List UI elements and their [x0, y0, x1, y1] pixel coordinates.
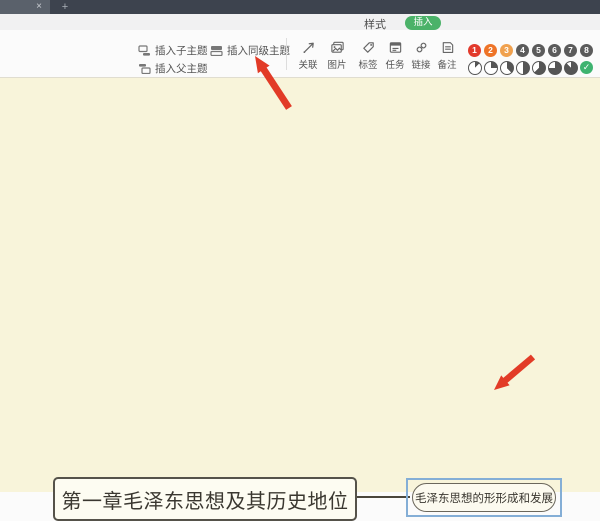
progress-marker-88[interactable] [564, 61, 578, 75]
note-tool-label: 备注 [437, 57, 456, 71]
new-tab-button[interactable]: + [57, 0, 73, 14]
relationship-tool[interactable]: 关联 [293, 39, 323, 71]
priority-marker-8[interactable]: 8 [580, 44, 593, 57]
priority-marker-2[interactable]: 2 [484, 44, 497, 57]
insert-child-topic-button[interactable]: 插入子主题 [138, 43, 208, 58]
tag-icon [361, 39, 376, 55]
progress-marker-12[interactable] [468, 61, 482, 75]
mindmap-canvas[interactable]: 第一章毛泽东思想及其历史地位 毛泽东思想的形形成和发展 [0, 78, 600, 492]
progress-marker-63[interactable] [532, 61, 546, 75]
relationship-arrow-icon [301, 39, 316, 55]
image-tool[interactable]: 图片 [322, 39, 352, 71]
insert-sibling-topic-button[interactable]: 插入同级主题 [210, 43, 290, 58]
task-tool-label: 任务 [385, 57, 404, 71]
insert-child-topic-label: 插入子主题 [155, 43, 208, 58]
tag-tool[interactable]: 标签 [353, 39, 383, 71]
toolbar: 插入子主题 插入同级主题 插入父主题 关联 图片 标签 [0, 30, 600, 78]
priority-marker-7[interactable]: 7 [564, 44, 577, 57]
task-icon [388, 39, 403, 55]
priority-marker-4[interactable]: 4 [516, 44, 529, 57]
sibling-topic-icon [210, 45, 223, 56]
note-icon [440, 39, 455, 55]
link-icon [414, 39, 429, 55]
image-tool-label: 图片 [327, 57, 346, 71]
image-icon [330, 39, 345, 55]
toolbar-divider [286, 38, 287, 70]
branch-connector-line [356, 496, 410, 498]
progress-marker-25[interactable] [484, 61, 498, 75]
insert-parent-topic-button[interactable]: 插入父主题 [138, 61, 208, 76]
task-done-marker[interactable]: ✓ [580, 61, 593, 74]
progress-marker-75[interactable] [548, 61, 562, 75]
insert-menu-button[interactable]: 插入 [405, 16, 441, 30]
insert-parent-topic-label: 插入父主题 [155, 61, 208, 76]
child-topic-node[interactable]: 毛泽东思想的形形成和发展 [412, 483, 556, 512]
relationship-tool-label: 关联 [298, 57, 317, 71]
priority-marker-3[interactable]: 3 [500, 44, 513, 57]
priority-marker-6[interactable]: 6 [548, 44, 561, 57]
progress-marker-50[interactable] [516, 61, 530, 75]
priority-marker-1[interactable]: 1 [468, 44, 481, 57]
window-tab-bar: × + [0, 0, 600, 14]
priority-marker-5[interactable]: 5 [532, 44, 545, 57]
close-tab-icon[interactable]: × [36, 2, 42, 12]
progress-marker-38[interactable] [500, 61, 514, 75]
note-tool[interactable]: 备注 [432, 39, 462, 71]
link-tool-label: 链接 [411, 57, 430, 71]
tag-tool-label: 标签 [358, 57, 377, 71]
root-topic-node[interactable]: 第一章毛泽东思想及其历史地位 [53, 477, 357, 521]
insert-sibling-topic-label: 插入同级主题 [227, 43, 290, 58]
child-topic-icon [138, 45, 151, 56]
menu-bar [0, 14, 600, 30]
document-tab[interactable]: × [0, 0, 50, 14]
parent-topic-icon [138, 63, 151, 74]
